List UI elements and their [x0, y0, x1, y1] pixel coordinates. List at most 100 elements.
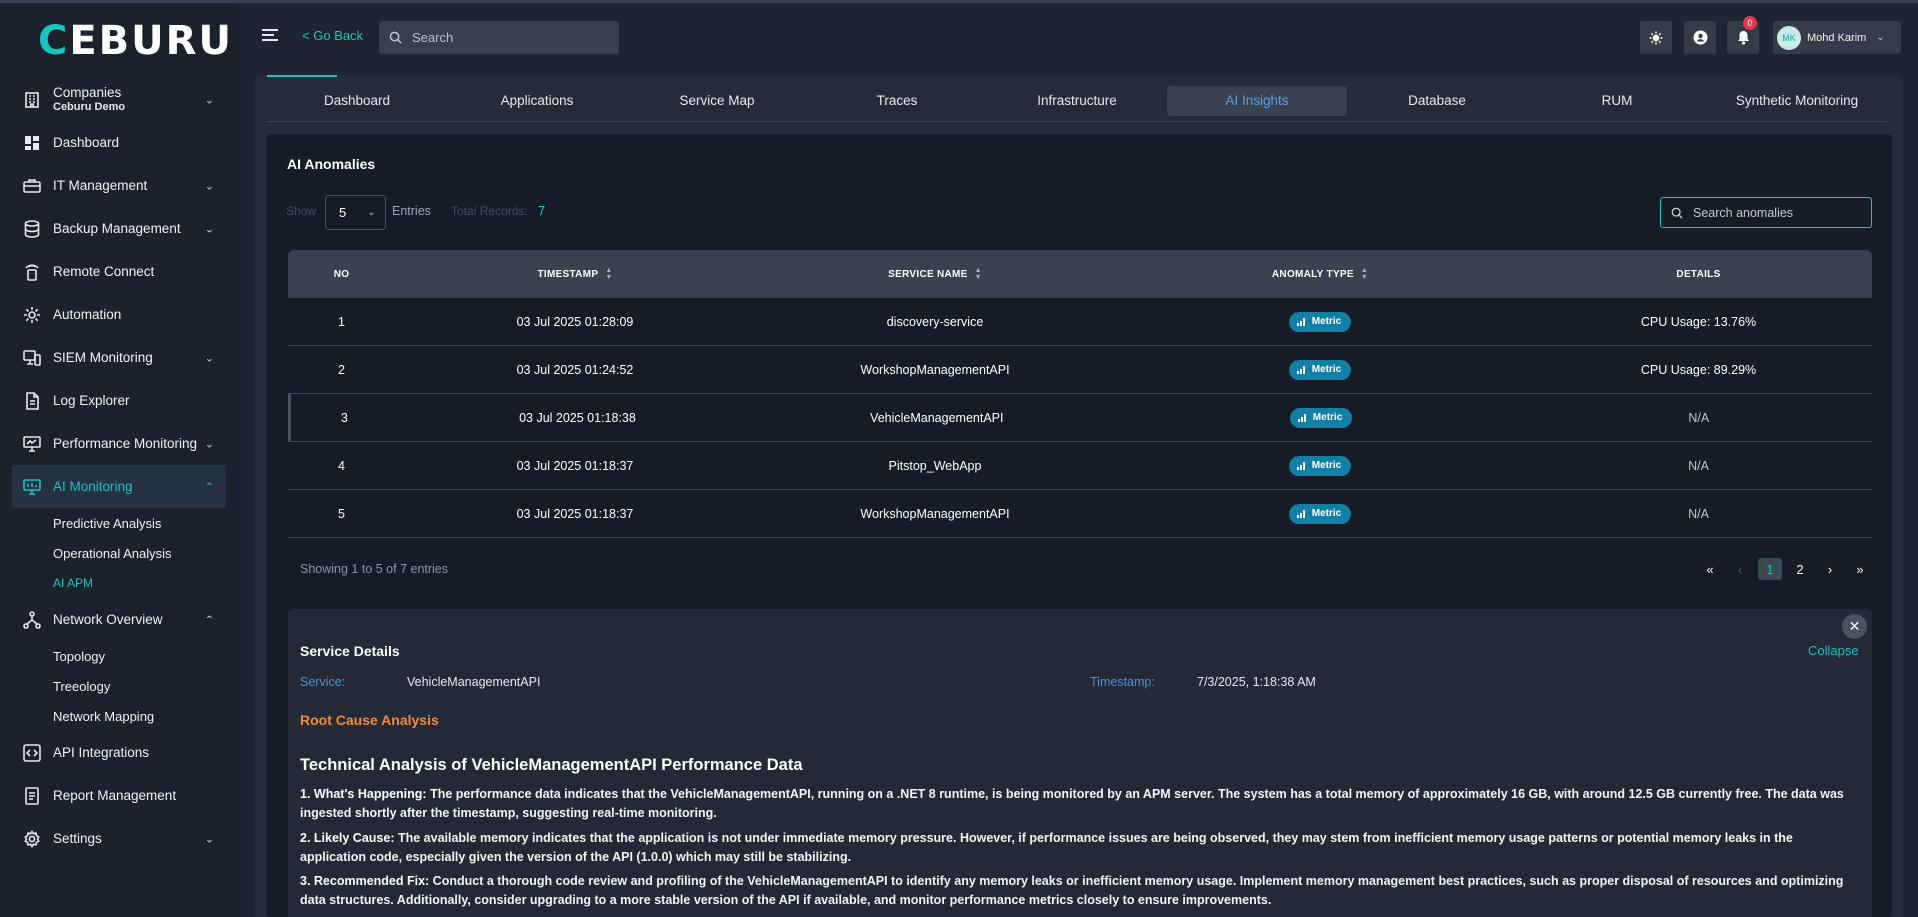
search-icon — [389, 31, 402, 44]
notifications-button[interactable]: 0 — [1727, 16, 1759, 54]
sidebar-item-label: SIEM Monitoring — [53, 350, 153, 365]
cell-service-name: WorkshopManagementAPI — [860, 506, 1010, 521]
table-row[interactable]: 1 03 Jul 2025 01:28:09 discovery-service… — [288, 298, 1872, 346]
cell-no: 5 — [338, 506, 345, 521]
analysis-title: Technical Analysis of VehicleManagementA… — [300, 756, 803, 774]
sidebar-item-automation[interactable]: Automation — [12, 293, 226, 336]
chevron-up-icon: ⌃ — [204, 481, 214, 493]
anomaly-type-badge[interactable]: Metric — [1288, 311, 1352, 332]
anomaly-type-badge[interactable]: Metric — [1288, 503, 1352, 524]
sidebar-subitem-topology[interactable]: Topology — [12, 641, 226, 671]
report-icon — [22, 786, 42, 806]
monitor-device-icon — [22, 348, 42, 368]
sidebar-item-report-management[interactable]: Report Management — [12, 774, 226, 817]
chevron-down-icon: ⌄ — [1876, 32, 1885, 43]
toolbox-icon — [22, 176, 42, 196]
anomalies-table: NO TIMESTAMP ▲ ▼ SERVICE NAME ▲ ▼ ANOMALY TY… — [288, 250, 1872, 538]
chevron-down-icon: ⌄ — [367, 207, 375, 217]
sidebar-item-label: Remote Connect — [53, 264, 155, 279]
main-top-strip — [267, 75, 1887, 77]
table-row[interactable]: 3 03 Jul 2025 01:18:38 VehicleManagement… — [288, 394, 1872, 442]
sidebar-subitem-treeology[interactable]: Treeology — [12, 671, 226, 701]
tab-synthetic-monitoring[interactable]: Synthetic Monitoring — [1707, 86, 1887, 116]
account-button[interactable] — [1684, 21, 1716, 54]
anomaly-type-badge[interactable]: Metric — [1288, 359, 1352, 380]
column-header-service-name[interactable]: SERVICE NAME ▲ ▼ — [755, 267, 1115, 281]
table-header: NO TIMESTAMP ▲ ▼ SERVICE NAME ▲ ▼ ANOMALY TY… — [288, 250, 1872, 298]
gear-cycle-icon — [22, 305, 42, 325]
anomaly-type-badge[interactable]: Metric — [1289, 407, 1353, 428]
tab-ai-insights[interactable]: AI Insights — [1167, 86, 1347, 116]
sidebar-subitem-ai-apm[interactable]: AI APM — [12, 568, 226, 598]
sidebar-item-ai-monitoring[interactable]: AI Monitoring ⌃ — [12, 465, 226, 508]
sort-icon[interactable]: ▲ ▼ — [975, 267, 982, 281]
sidebar-item-label: Performance Monitoring — [53, 436, 198, 451]
service-value: VehicleManagementAPI — [407, 675, 541, 689]
collapse-link[interactable]: Collapse — [1808, 643, 1859, 658]
sidebar-item-it-management[interactable]: IT Management ⌄ — [12, 164, 226, 207]
tab-rum[interactable]: RUM — [1527, 86, 1707, 116]
cell-details: N/A — [1688, 410, 1710, 425]
sidebar-item-siem-monitoring[interactable]: SIEM Monitoring ⌄ — [12, 336, 226, 379]
cell-details: N/A — [1688, 506, 1709, 521]
tab-applications[interactable]: Applications — [447, 86, 627, 116]
go-back-link[interactable]: < Go Back — [302, 28, 363, 43]
tab-infrastructure[interactable]: Infrastructure — [987, 86, 1167, 116]
tab-database[interactable]: Database — [1347, 86, 1527, 116]
column-header-no: NO — [333, 268, 350, 280]
global-search[interactable] — [379, 21, 619, 54]
chevron-down-icon: ⌄ — [204, 833, 214, 845]
sidebar-item-companies[interactable]: Companies Ceburu Demo ⌄ — [12, 78, 226, 121]
analysis-paragraph-likely-cause: 2. Likely Cause: The available memory in… — [300, 831, 1793, 864]
table-row[interactable]: 5 03 Jul 2025 01:18:37 WorkshopManagemen… — [288, 490, 1872, 538]
sidebar-item-api-integrations[interactable]: API Integrations — [12, 731, 226, 774]
entries-per-page-select[interactable]: 5 ⌄ — [325, 195, 386, 230]
sidebar-subitem-predictive-analysis[interactable]: Predictive Analysis — [12, 508, 226, 538]
entries-label: Entries — [392, 204, 431, 218]
chevron-down-icon: ⌄ — [204, 223, 214, 235]
search-input[interactable] — [412, 30, 602, 45]
user-name: Mohd Karim — [1807, 31, 1867, 44]
network-icon — [22, 610, 42, 630]
sidebar-item-label: Network Overview — [53, 612, 163, 627]
next-page-icon[interactable]: › — [1818, 558, 1842, 580]
prev-page-icon[interactable]: ‹ — [1728, 558, 1752, 580]
anomaly-search[interactable] — [1660, 197, 1872, 228]
sidebar-item-label: Settings — [53, 831, 102, 846]
sort-icon[interactable]: ▲ ▼ — [1361, 267, 1368, 281]
close-icon[interactable]: ✕ — [1842, 614, 1867, 639]
sidebar-item-remote-connect[interactable]: Remote Connect — [12, 250, 226, 293]
cell-timestamp: 03 Jul 2025 01:18:38 — [519, 410, 636, 425]
sidebar-subitem-operational-analysis[interactable]: Operational Analysis — [12, 538, 226, 568]
last-page-icon[interactable]: » — [1848, 558, 1872, 580]
sidebar-item-log-explorer[interactable]: Log Explorer — [12, 379, 226, 422]
tab-traces[interactable]: Traces — [807, 86, 987, 116]
anomaly-search-input[interactable] — [1693, 205, 1863, 220]
menu-toggle-icon[interactable] — [262, 29, 278, 43]
sidebar-item-label: Dashboard — [53, 135, 120, 150]
column-header-anomaly-type[interactable]: ANOMALY TYPE ▲ ▼ — [1115, 267, 1525, 281]
sidebar-item-network-overview[interactable]: Network Overview ⌃ — [12, 598, 226, 641]
sun-icon — [1649, 31, 1663, 44]
sidebar-item-dashboard[interactable]: Dashboard — [12, 121, 226, 164]
page-button[interactable]: 2 — [1788, 558, 1812, 580]
sort-icon[interactable]: ▲ ▼ — [605, 267, 612, 281]
tab-service-map[interactable]: Service Map — [627, 86, 807, 116]
first-page-icon[interactable]: « — [1698, 558, 1722, 580]
tab-dashboard[interactable]: Dashboard — [267, 86, 447, 116]
theme-toggle-button[interactable] — [1640, 21, 1672, 54]
ceburu-logo[interactable]: CEBURU — [38, 21, 233, 61]
table-row[interactable]: 4 03 Jul 2025 01:18:37 Pitstop_WebApp Me… — [288, 442, 1872, 490]
anomaly-type-badge[interactable]: Metric — [1288, 455, 1352, 476]
cell-timestamp: 03 Jul 2025 01:18:37 — [516, 458, 634, 473]
user-menu[interactable]: MK Mohd Karim ⌄ — [1773, 21, 1901, 54]
page-button[interactable]: 1 — [1758, 558, 1782, 580]
table-row[interactable]: 2 03 Jul 2025 01:24:52 WorkshopManagemen… — [288, 346, 1872, 394]
sidebar-item-settings[interactable]: Settings ⌄ — [12, 817, 226, 860]
cell-timestamp: 03 Jul 2025 01:28:09 — [516, 314, 634, 329]
cell-service-name: discovery-service — [886, 314, 984, 329]
sidebar-item-backup-management[interactable]: Backup Management ⌄ — [12, 207, 226, 250]
sidebar-subitem-network-mapping[interactable]: Network Mapping — [12, 701, 226, 731]
sidebar-item-performance-monitoring[interactable]: Performance Monitoring ⌄ — [12, 422, 226, 465]
column-header-timestamp[interactable]: TIMESTAMP ▲ ▼ — [395, 267, 755, 281]
